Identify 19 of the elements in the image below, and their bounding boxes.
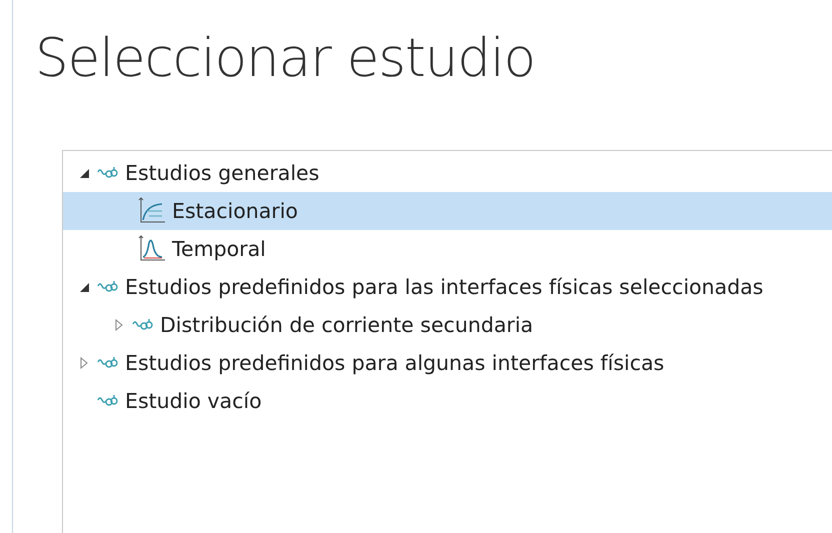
page-title: Seleccionar estudio (34, 27, 536, 91)
tree-item[interactable]: Estudios generales (63, 154, 832, 192)
study-icon (97, 280, 119, 294)
study-icon (132, 318, 154, 332)
collapse-arrow-icon[interactable] (80, 168, 88, 178)
tree-item[interactable]: Estudios predefinidos para algunas interfaces físicas (63, 344, 832, 382)
tree-item[interactable]: Distribución de corriente secundaria (63, 306, 832, 344)
collapse-arrow-icon[interactable] (80, 282, 88, 292)
tree-item[interactable]: Estudio vacío (63, 382, 832, 420)
tree-item[interactable]: Temporal (63, 230, 832, 268)
study-icon (97, 356, 119, 370)
expand-arrow-icon[interactable] (80, 357, 88, 369)
tree-item[interactable]: Estudios predefinidos para las interfaces físicas seleccionadas (63, 268, 832, 306)
peak-graph-icon (138, 235, 166, 263)
tree-item[interactable]: Estacionario (63, 192, 832, 230)
study-icon (97, 166, 119, 180)
expand-arrow-icon[interactable] (115, 319, 123, 331)
graph-icon (138, 197, 166, 225)
study-icon (97, 394, 119, 408)
